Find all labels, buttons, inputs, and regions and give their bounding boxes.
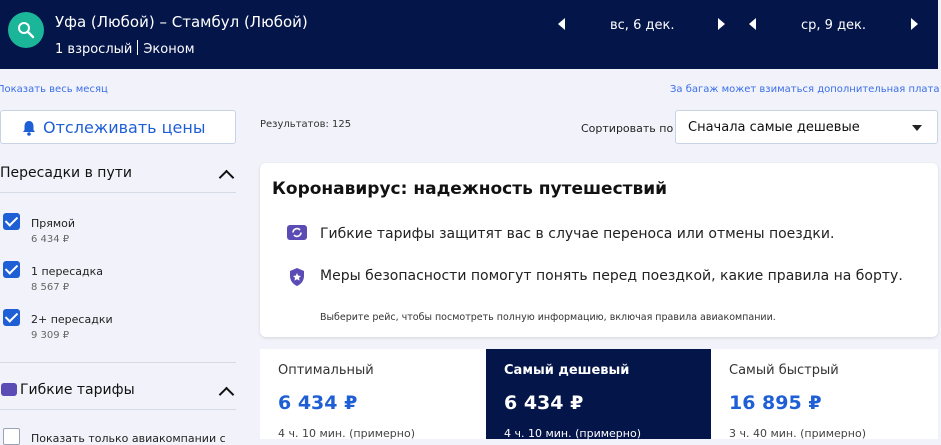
divider	[137, 40, 139, 55]
search-button[interactable]	[8, 12, 44, 48]
tab-price: 6 434 ₽	[278, 392, 358, 414]
divider	[0, 362, 236, 363]
tab-fastest[interactable]: Самый быстрый 16 895 ₽ 3 ч. 40 мин. (при…	[711, 349, 938, 440]
sort-tabs: Оптимальный 6 434 ₽ 4 ч. 10 мин. (пример…	[260, 349, 938, 440]
tab-duration: 4 ч. 10 мин. (примерно)	[504, 427, 641, 440]
depart-prev-arrow-icon[interactable]	[558, 18, 565, 30]
option-price: 9 309 ₽	[31, 330, 70, 341]
covid-info-card: Коронавирус: надежность путешествий Гибк…	[260, 163, 938, 337]
return-prev-arrow-icon[interactable]	[749, 18, 756, 30]
search-summary-bar: Уфа (Любой) – Стамбул (Любой) 1 взрослый…	[0, 0, 938, 69]
tab-cheapest[interactable]: Самый дешевый 6 434 ₽ 4 ч. 10 мин. (прим…	[486, 349, 711, 440]
sort-value: Сначала самые дешевые	[688, 120, 860, 135]
route-text[interactable]: Уфа (Любой) – Стамбул (Любой)	[55, 13, 308, 31]
track-prices-label: Отслеживать цены	[43, 118, 206, 137]
flex-filter-title[interactable]: Гибкие тарифы	[20, 382, 135, 398]
flex-fares-text: Гибкие тарифы защитят вас в случае перен…	[320, 226, 835, 242]
passengers-text: 1 взрослый	[55, 42, 133, 57]
tab-name: Оптимальный	[278, 363, 374, 378]
tab-price: 6 434 ₽	[504, 392, 584, 414]
sort-label: Сортировать по	[581, 122, 674, 135]
chevron-up-icon[interactable]	[218, 169, 235, 186]
option-price: 8 567 ₽	[31, 282, 70, 293]
travellers-cabin[interactable]: 1 взрослый Эконом	[55, 40, 195, 57]
card-title: Коронавирус: надежность путешествий	[272, 179, 668, 199]
flexible-ticket-icon	[1, 383, 17, 396]
bell-icon	[23, 121, 35, 136]
tab-price: 16 895 ₽	[729, 392, 822, 414]
shield-icon	[290, 268, 304, 286]
return-next-arrow-icon[interactable]	[911, 18, 918, 30]
return-date[interactable]: ср, 9 дек.	[801, 18, 866, 33]
checkbox-one-stop[interactable]	[3, 261, 20, 278]
chevron-up-icon[interactable]	[218, 386, 235, 403]
safety-measures-text: Меры безопасности помогут понять перед п…	[320, 268, 903, 284]
baggage-fee-link[interactable]: За багаж может взиматься дополнительная …	[670, 84, 939, 95]
cabin-text: Эконом	[143, 42, 195, 57]
card-footnote: Выберите рейс, чтобы посмотреть полную и…	[320, 312, 776, 323]
tab-name: Самый быстрый	[729, 363, 839, 378]
chevron-down-icon	[912, 125, 922, 131]
tab-duration: 4 ч. 10 мин. (примерно)	[278, 427, 415, 440]
sort-select[interactable]: Сначала самые дешевые	[675, 110, 938, 144]
depart-date[interactable]: вс, 6 дек.	[610, 18, 674, 33]
tab-duration: 3 ч. 40 мин. (примерно)	[729, 427, 866, 440]
search-icon	[18, 22, 35, 39]
option-label: 2+ пересадки	[31, 313, 113, 326]
depart-next-arrow-icon[interactable]	[718, 18, 725, 30]
checkbox-direct[interactable]	[3, 213, 20, 230]
stops-filter-title[interactable]: Пересадки в пути	[0, 165, 132, 181]
results-count: Результатов: 125	[260, 119, 352, 130]
divider	[0, 409, 236, 410]
show-whole-month-link[interactable]: Показать весь месяц	[0, 84, 108, 95]
tab-name: Самый дешевый	[504, 363, 630, 378]
checkbox-two-plus-stops[interactable]	[3, 309, 20, 326]
checkbox-flex-only[interactable]	[3, 428, 20, 445]
track-prices-button[interactable]: Отслеживать цены	[0, 110, 236, 144]
option-label: 1 пересадка	[31, 265, 103, 278]
flexible-ticket-icon	[287, 225, 307, 240]
option-label: Прямой	[31, 217, 76, 230]
option-price: 6 434 ₽	[31, 234, 70, 245]
tab-optimal[interactable]: Оптимальный 6 434 ₽ 4 ч. 10 мин. (пример…	[260, 349, 486, 440]
divider	[0, 192, 236, 193]
